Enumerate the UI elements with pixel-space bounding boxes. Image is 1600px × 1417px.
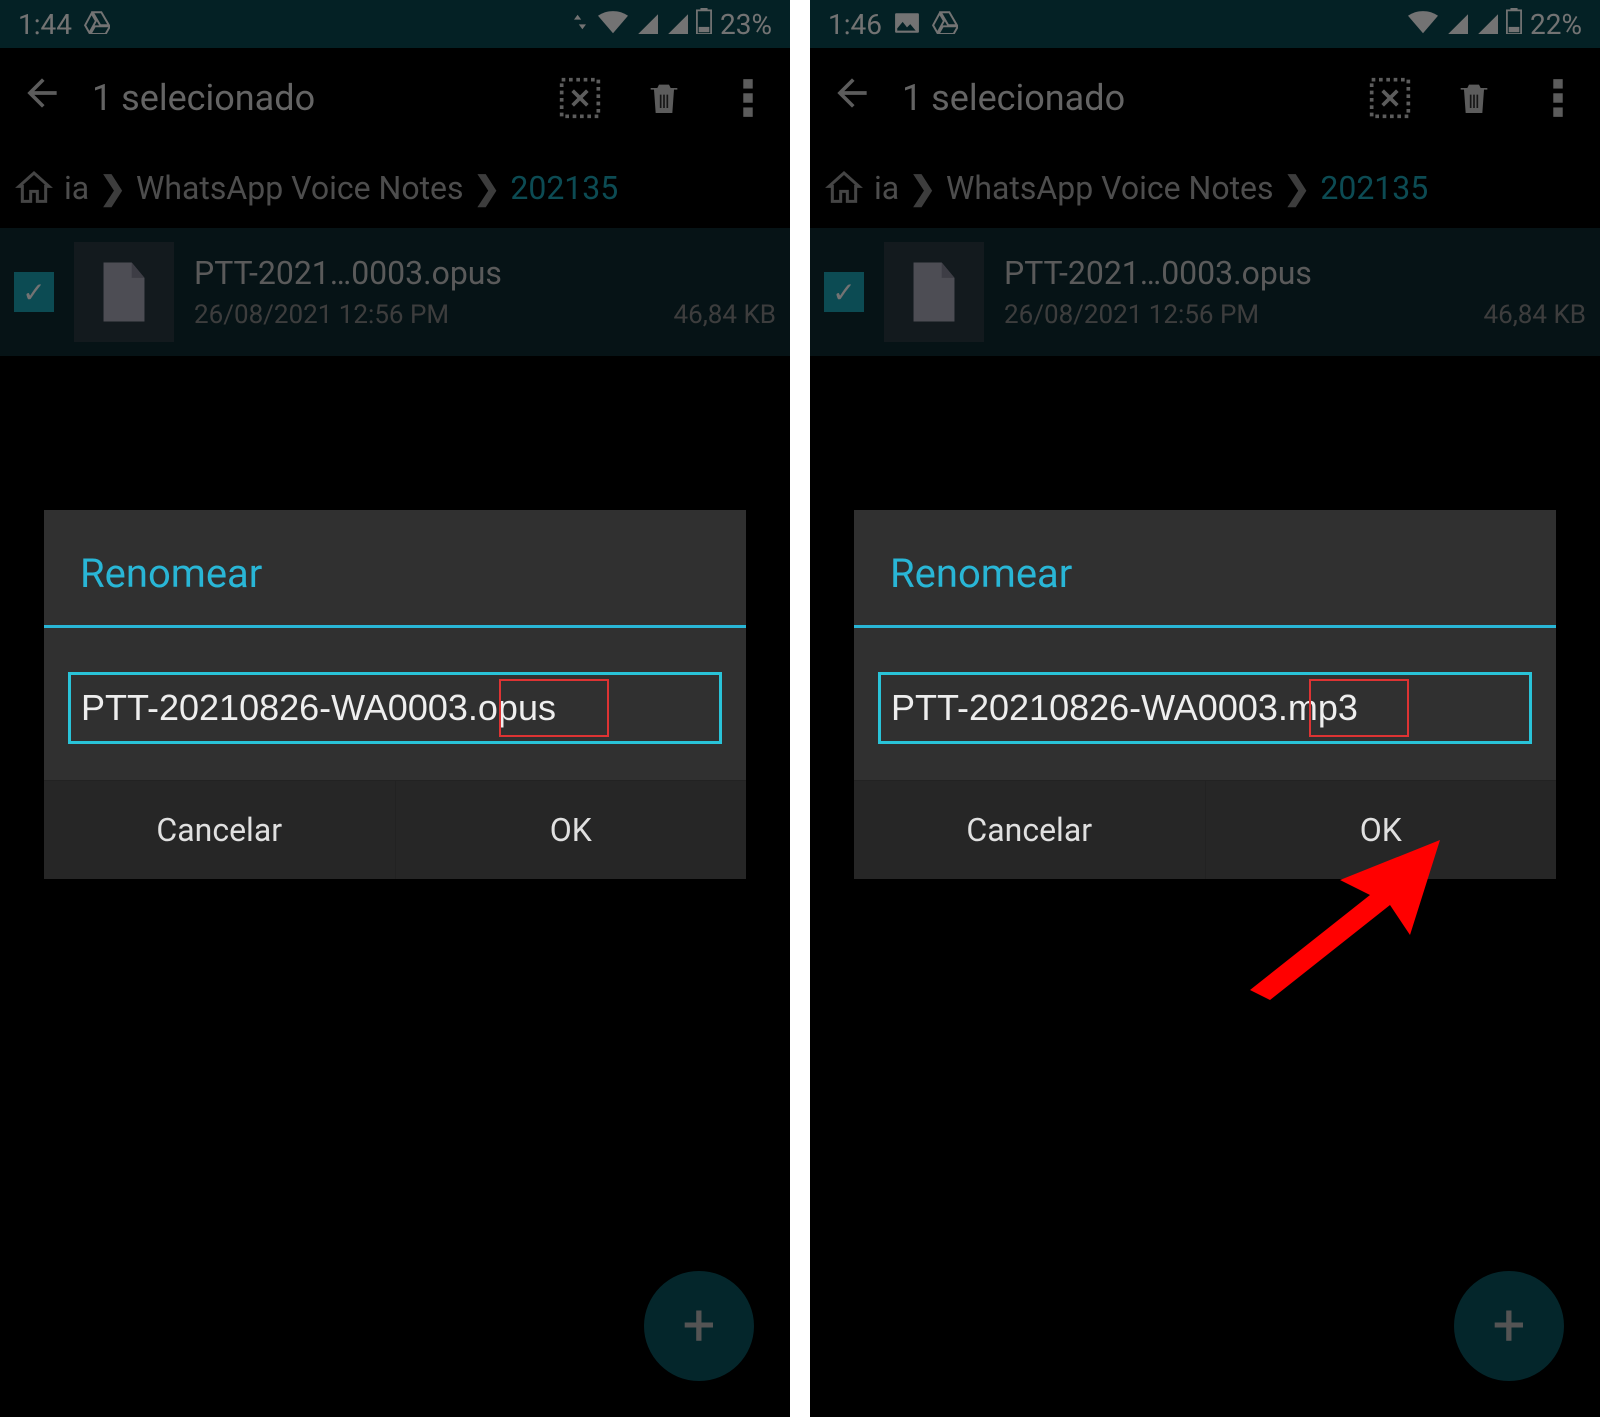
file-name: PTT-2021…0003.opus <box>1004 254 1586 292</box>
chevron-icon: ❯ <box>909 169 936 207</box>
back-button[interactable] <box>20 71 64 126</box>
breadcrumb-seg[interactable]: ia <box>64 169 89 207</box>
breadcrumb-current[interactable]: 202135 <box>510 169 618 207</box>
signal-icon-2 <box>666 8 688 41</box>
chevron-icon: ❯ <box>474 169 501 207</box>
ok-button[interactable]: OK <box>396 781 747 879</box>
rename-dialog: Renomear Cancelar OK <box>854 510 1556 879</box>
back-button[interactable] <box>830 71 874 126</box>
delete-button[interactable] <box>1452 76 1496 120</box>
app-bar: 1 selecionado <box>0 48 790 148</box>
file-thumb <box>884 242 984 342</box>
filename-input-wrap <box>68 672 722 744</box>
filename-input-wrap <box>878 672 1532 744</box>
home-icon[interactable] <box>824 168 864 208</box>
file-size: 46,84 KB <box>673 300 776 330</box>
battery-icon <box>696 8 712 41</box>
dialog-title: Renomear <box>44 510 746 625</box>
chevron-icon: ❯ <box>1284 169 1311 207</box>
more-button[interactable] <box>1536 76 1580 120</box>
ok-button[interactable]: OK <box>1206 781 1557 879</box>
dialog-divider <box>854 625 1556 628</box>
signal-icon-2 <box>1476 8 1498 41</box>
file-checkbox[interactable]: ✓ <box>824 272 864 312</box>
file-size: 46,84 KB <box>1483 300 1586 330</box>
cancel-button[interactable]: Cancelar <box>44 781 396 879</box>
breadcrumb[interactable]: ia ❯ WhatsApp Voice Notes ❯ 202135 <box>0 148 790 228</box>
dialog-divider <box>44 625 746 628</box>
selection-count: 1 selecionado <box>92 77 530 119</box>
wifi-icon <box>598 8 628 41</box>
more-button[interactable] <box>726 76 770 120</box>
file-date: 26/08/2021 12:56 PM <box>194 300 449 330</box>
breadcrumb-seg[interactable]: WhatsApp Voice Notes <box>136 169 464 207</box>
phone-left: 1:44 23% 1 selecionado <box>0 0 790 1417</box>
file-date: 26/08/2021 12:56 PM <box>1004 300 1259 330</box>
breadcrumb-seg[interactable]: ia <box>874 169 899 207</box>
fab-add[interactable]: + <box>1454 1271 1564 1381</box>
filename-input[interactable] <box>889 681 1521 735</box>
deselect-button[interactable] <box>1368 76 1412 120</box>
status-bar: 1:44 23% <box>0 0 790 48</box>
images-app-icon <box>894 8 920 41</box>
file-row[interactable]: ✓ PTT-2021…0003.opus 26/08/2021 12:56 PM… <box>810 228 1600 356</box>
status-bar: 1:46 22% <box>810 0 1600 48</box>
drive-icon <box>932 8 958 41</box>
rename-dialog: Renomear Cancelar OK <box>44 510 746 879</box>
breadcrumb-seg[interactable]: WhatsApp Voice Notes <box>946 169 1274 207</box>
battery-percent: 22% <box>1530 8 1582 41</box>
updown-icon <box>570 8 590 41</box>
cancel-button[interactable]: Cancelar <box>854 781 1206 879</box>
selection-count: 1 selecionado <box>902 77 1340 119</box>
phone-right: 1:46 22% 1 selecionado <box>810 0 1600 1417</box>
breadcrumb-current[interactable]: 202135 <box>1320 169 1428 207</box>
file-checkbox[interactable]: ✓ <box>14 272 54 312</box>
drive-icon <box>84 8 110 41</box>
file-thumb <box>74 242 174 342</box>
app-bar: 1 selecionado <box>810 48 1600 148</box>
wifi-icon <box>1408 8 1438 41</box>
status-time: 1:46 <box>828 8 882 41</box>
dialog-title: Renomear <box>854 510 1556 625</box>
chevron-icon: ❯ <box>99 169 126 207</box>
home-icon[interactable] <box>14 168 54 208</box>
signal-icon-1 <box>1446 8 1468 41</box>
breadcrumb[interactable]: ia ❯ WhatsApp Voice Notes ❯ 202135 <box>810 148 1600 228</box>
fab-add[interactable]: + <box>644 1271 754 1381</box>
signal-icon-1 <box>636 8 658 41</box>
file-row[interactable]: ✓ PTT-2021…0003.opus 26/08/2021 12:56 PM… <box>0 228 790 356</box>
delete-button[interactable] <box>642 76 686 120</box>
status-time: 1:44 <box>18 8 72 41</box>
filename-input[interactable] <box>79 681 711 735</box>
deselect-button[interactable] <box>558 76 602 120</box>
file-name: PTT-2021…0003.opus <box>194 254 776 292</box>
battery-percent: 23% <box>720 8 772 41</box>
battery-icon <box>1506 8 1522 41</box>
